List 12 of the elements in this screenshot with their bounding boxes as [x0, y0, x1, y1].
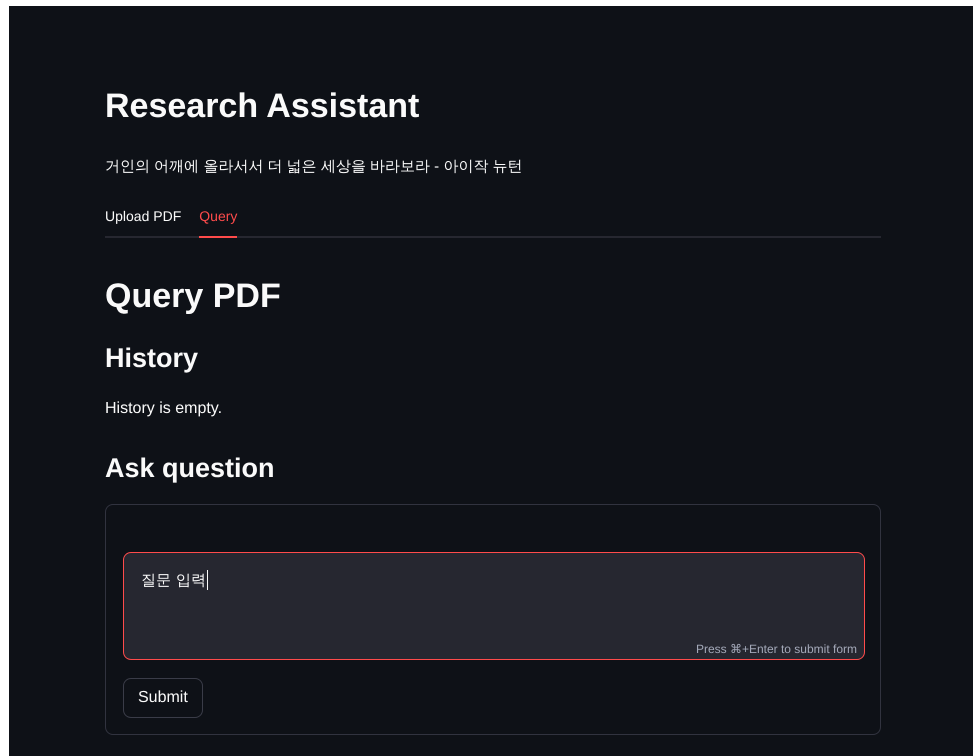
question-field[interactable]: 질문 입력 Press ⌘+Enter to submit form [123, 552, 865, 660]
submit-hint: Press ⌘+Enter to submit form [696, 642, 857, 656]
submit-button[interactable]: Submit [123, 678, 203, 718]
app-subtitle: 거인의 어깨에 올라서서 더 넓은 세상을 바라보라 - 아이작 뉴턴 [105, 157, 524, 177]
question-text: 질문 입력 [141, 570, 208, 590]
page-heading: Query PDF [105, 276, 282, 317]
app-title: Research Assistant [105, 86, 420, 127]
tab[interactable]: Upload PDF [105, 208, 182, 238]
section-heading: History [105, 342, 200, 375]
history-message: History is empty. [105, 399, 224, 419]
section-heading: Ask question [105, 452, 276, 485]
tab[interactable]: Query [199, 208, 238, 238]
